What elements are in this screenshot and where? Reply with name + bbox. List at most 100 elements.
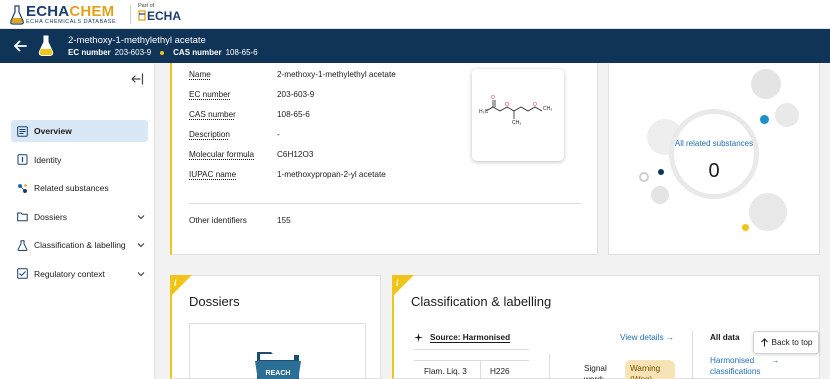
echa-partof-logo[interactable]: Part of ECHA: [138, 3, 182, 23]
folder-icon: [17, 212, 28, 222]
harmonised-classifications-link[interactable]: Harmonised classifications →: [710, 355, 790, 377]
sidebar: Overview Identity Related substances Dos…: [0, 63, 155, 379]
regulatory-icon: [17, 268, 28, 279]
field-key: Other identifiers: [189, 216, 247, 225]
all-data-heading: All data: [710, 333, 740, 342]
sidebar-item-dossiers[interactable]: Dossiers: [11, 206, 148, 228]
reach-folder-icon: REACH: [255, 352, 301, 379]
field-key: Molecular formula: [189, 150, 255, 159]
all-related-substances-link[interactable]: All related substances: [669, 138, 759, 149]
table-column-divider: [480, 360, 481, 379]
sidebar-item-regulatory-context[interactable]: Regulatory context: [11, 263, 148, 285]
source-harmonised: Source: Harmonised: [414, 333, 510, 342]
harmonised-link-text: Harmonised classifications: [710, 356, 761, 376]
field-value: 1-methoxypropan-2-yl acetate: [277, 170, 386, 179]
wordmark-subtitle: ECHA CHEMICALS DATABASE: [26, 19, 117, 25]
source-label: Source: Harmonised: [430, 333, 511, 342]
hazard-code: H226: [490, 367, 510, 376]
echa-chem-logo[interactable]: ECHACHEM ECHA CHEMICALS DATABASE: [10, 4, 116, 26]
field-key: CAS number: [189, 110, 236, 119]
brand-divider: [130, 5, 131, 24]
substance-flask-icon: [38, 35, 54, 56]
flask-logo-icon: [10, 5, 24, 25]
related-substances-card: All related substances 0: [608, 63, 820, 255]
view-details-link[interactable]: View details →: [620, 333, 674, 342]
table-divider: [414, 349, 529, 350]
related-icon: [18, 183, 27, 193]
svg-text:CH₃: CH₃: [512, 120, 521, 126]
sidebar-item-identity[interactable]: Identity: [11, 149, 148, 171]
flask-icon: [17, 239, 28, 251]
separator-dot: [160, 50, 165, 55]
sidebar-item-label: Identity: [34, 154, 62, 165]
wordmark: ECHACHEM ECHA CHEMICALS DATABASE: [26, 4, 116, 26]
back-to-top-label: Back to top: [771, 338, 813, 347]
section-divider: [189, 203, 581, 204]
field-value: C6H12O3: [277, 150, 314, 159]
molecule-drawing: H₃C O O CH₃ O CH₃: [479, 95, 552, 126]
overview-card: Name 2-methoxy-1-methylethyl acetate EC …: [170, 63, 598, 255]
back-arrow-icon[interactable]: [11, 37, 29, 55]
svg-text:CH₃: CH₃: [543, 106, 552, 112]
decorative-bubble: [749, 193, 787, 231]
chevron-down-icon: [137, 243, 145, 248]
dossiers-card: i Dossiers REACH: [170, 275, 381, 379]
field-value: -: [277, 130, 280, 139]
arrow-up-icon: [760, 338, 768, 347]
collapse-sidebar-icon[interactable]: [130, 72, 144, 86]
svg-text:H₃C: H₃C: [479, 109, 489, 115]
sidebar-item-label: Related substances: [34, 183, 109, 193]
panel-divider: [692, 331, 693, 379]
field-value: 2-methoxy-1-methylethyl acetate: [277, 70, 396, 79]
classification-title: Classification & labelling: [411, 294, 552, 309]
field-key: Name: [189, 70, 211, 79]
field-key: Description: [189, 130, 230, 139]
hazard-class: Flam. Liq. 3: [424, 367, 467, 376]
identity-icon: [17, 154, 28, 165]
cas-value: 108-65-6: [225, 48, 258, 57]
sidebar-item-overview[interactable]: Overview: [11, 120, 148, 142]
sidebar-item-label: Classification & labelling: [34, 240, 126, 250]
substance-identifiers: EC number 203-603-9 CAS number 108-65-6: [68, 48, 258, 57]
arrow-right-icon: →: [771, 356, 780, 365]
chevron-down-icon: [137, 214, 145, 219]
svg-text:O: O: [491, 95, 495, 101]
echa-mark-icon: [138, 10, 146, 21]
dossiers-title: Dossiers: [189, 294, 240, 309]
decorative-bubble: [658, 169, 664, 175]
classification-card: i Classification & labelling Source: Har…: [392, 275, 820, 379]
field-value: 108-65-6: [277, 110, 310, 119]
decorative-bubble: [742, 224, 749, 231]
partof-name: ECHA: [147, 8, 182, 23]
signal-word-label: Signal word:: [584, 364, 607, 379]
reach-folder-label: REACH: [266, 370, 291, 377]
substance-header: 2-methoxy-1-methylethyl acetate EC numbe…: [0, 29, 830, 63]
sidebar-item-related-substances[interactable]: Related substances: [11, 177, 148, 199]
reach-dossier-tile[interactable]: REACH: [189, 323, 366, 379]
chevron-down-icon: [137, 271, 145, 276]
wordmark-main: ECHA: [26, 3, 70, 20]
brand-bar: ECHACHEM ECHA CHEMICALS DATABASE Part of…: [0, 0, 830, 29]
cas-label: CAS number: [173, 48, 222, 57]
field-key: EC number: [189, 90, 231, 99]
related-count-ring: [669, 109, 759, 199]
decorative-bubble: [760, 115, 769, 124]
sparkle-icon: [414, 333, 423, 342]
ec-value: 203-603-9: [114, 48, 152, 57]
signal-word-badge: Warning (Wng): [625, 360, 675, 379]
field-value: 203-603-9: [277, 90, 315, 99]
decorative-bubble: [775, 103, 799, 127]
svg-text:O: O: [505, 102, 509, 108]
related-count: 0: [708, 160, 720, 182]
sidebar-item-classification[interactable]: Classification & labelling: [11, 234, 148, 256]
molecule-structure-image[interactable]: H₃C O O CH₃ O CH₃: [472, 69, 564, 161]
field-key: IUPAC name: [189, 170, 237, 179]
sidebar-item-label: Overview: [34, 126, 72, 136]
overview-icon: [17, 125, 28, 137]
sidebar-item-label: Regulatory context: [34, 268, 105, 279]
back-to-top-button[interactable]: Back to top: [753, 331, 819, 354]
decorative-bubble: [639, 172, 649, 182]
ec-label: EC number: [68, 48, 111, 57]
decorative-bubble: [651, 186, 669, 204]
table-divider: [414, 360, 529, 361]
